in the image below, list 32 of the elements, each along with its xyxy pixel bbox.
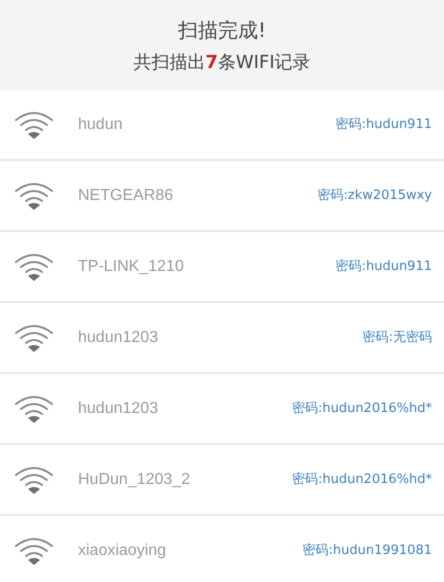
password-text: 密码:无密码 bbox=[362, 328, 432, 347]
network-count: 7 bbox=[205, 50, 218, 74]
password-text: 密码:hudun2016%hd* bbox=[292, 470, 432, 489]
network-row[interactable]: HuDun_1203_2 密码:hudun2016%hd* bbox=[0, 445, 444, 516]
network-name: hudun1203 bbox=[78, 328, 158, 348]
network-name: NETGEAR86 bbox=[78, 186, 174, 206]
network-row[interactable]: xiaoxiaoying 密码:hudun1991081 bbox=[0, 516, 444, 582]
password-text: 密码:hudun2016%hd* bbox=[292, 400, 432, 418]
network-name: hudun1203 bbox=[78, 398, 158, 418]
network-row[interactable]: hudun 密码:hudun911 bbox=[0, 90, 444, 161]
network-row[interactable]: TP-LINK_1210 密码:hudun911 bbox=[0, 232, 444, 303]
wifi-icon bbox=[14, 536, 54, 566]
wifi-icon bbox=[14, 464, 54, 494]
summary-text: 条WIFI记录 bbox=[218, 50, 311, 74]
password-text: 密码:hudun911 bbox=[336, 258, 432, 276]
network-row[interactable]: hudun1203 密码:hudun2016%hd* bbox=[0, 374, 444, 445]
password-text: 密码:hudun911 bbox=[336, 116, 432, 134]
wifi-icon bbox=[14, 110, 54, 140]
wifi-icon bbox=[14, 180, 54, 210]
wifi-icon bbox=[14, 322, 54, 352]
password-text: 密码:zkw2015wxy bbox=[318, 186, 432, 205]
network-name: HuDun_1203_2 bbox=[78, 470, 190, 490]
network-row[interactable]: hudun1203 密码:无密码 bbox=[0, 303, 444, 374]
scan-title: 扫描完成! bbox=[178, 16, 266, 44]
network-name: xiaoxiaoying bbox=[78, 540, 166, 560]
password-text: 密码:hudun1991081 bbox=[302, 542, 432, 560]
network-name: hudun bbox=[78, 114, 122, 134]
network-name: TP-LINK_1210 bbox=[78, 256, 184, 276]
summary-text: 共扫描出 bbox=[133, 50, 206, 74]
wifi-icon bbox=[14, 394, 54, 424]
wifi-icon bbox=[14, 252, 54, 282]
network-row[interactable]: NETGEAR86 密码:zkw2015wxy bbox=[0, 161, 444, 232]
